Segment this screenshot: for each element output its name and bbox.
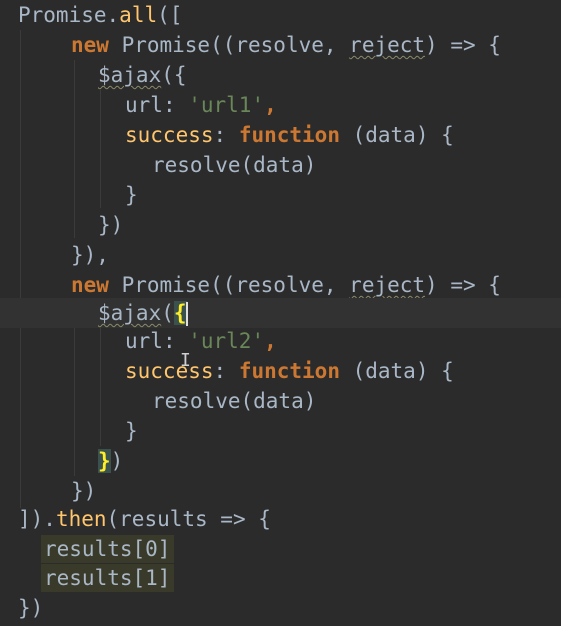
code-line[interactable]: resolve(data) bbox=[0, 386, 561, 416]
code-line[interactable]: }) bbox=[0, 446, 561, 476]
code-line-current[interactable]: $ajax({ bbox=[0, 298, 561, 328]
code-token: 'url1' bbox=[188, 93, 265, 117]
code-line[interactable]: new Promise((resolve, reject) => { bbox=[0, 30, 561, 60]
code-line[interactable]: Promise.all([ bbox=[0, 0, 561, 30]
highlighted-expression: results[0] bbox=[41, 535, 175, 563]
code-token: 'url2' bbox=[188, 329, 265, 353]
code-token: }), bbox=[71, 243, 109, 267]
code-token: ) => { bbox=[425, 33, 501, 57]
code-token: $ajax bbox=[98, 63, 162, 87]
code-token: ({ bbox=[161, 63, 187, 87]
code-token: url bbox=[125, 93, 163, 117]
code-editor[interactable]: Promise.all([ new Promise((resolve, reje… bbox=[0, 0, 561, 626]
code-token: ) bbox=[110, 449, 124, 473]
code-token: (data) { bbox=[339, 123, 454, 147]
code-line[interactable]: $ajax({ bbox=[0, 60, 561, 90]
code-token: (data) { bbox=[339, 359, 454, 383]
code-token: reject bbox=[349, 33, 426, 57]
code-token: } bbox=[125, 183, 138, 207]
code-token: Promise bbox=[121, 33, 211, 57]
code-token: , bbox=[264, 329, 277, 353]
code-token: ((resolve, bbox=[210, 273, 350, 297]
code-token: ( bbox=[161, 301, 174, 325]
code-line[interactable]: success: function (data) { bbox=[0, 120, 561, 150]
code-line[interactable]: }) bbox=[0, 593, 561, 623]
code-line[interactable]: resolve(data) bbox=[0, 150, 561, 180]
code-token: new bbox=[71, 33, 122, 57]
code-token: ([ bbox=[157, 3, 183, 27]
code-token: , bbox=[264, 93, 277, 117]
code-token: new bbox=[71, 273, 122, 297]
code-line[interactable]: new Promise((resolve, reject) => { bbox=[0, 270, 561, 300]
code-token: ((resolve, bbox=[210, 33, 350, 57]
highlighted-expression: results[1] bbox=[41, 564, 175, 592]
code-token: }) bbox=[18, 596, 44, 620]
code-token: Promise bbox=[18, 3, 107, 27]
code-token: (results => { bbox=[106, 507, 271, 531]
code-token: resolve(data) bbox=[152, 389, 317, 413]
code-token: } bbox=[125, 419, 138, 443]
code-token: : bbox=[162, 93, 189, 117]
code-token: then bbox=[55, 507, 107, 531]
code-line[interactable]: results[1] bbox=[0, 563, 561, 593]
code-token: success bbox=[125, 359, 214, 383]
code-token: reject bbox=[349, 273, 426, 297]
code-token: function bbox=[238, 359, 340, 383]
code-line[interactable]: url: 'url1', bbox=[0, 90, 561, 120]
code-token: : bbox=[213, 123, 239, 147]
code-token: . bbox=[106, 3, 120, 27]
code-line[interactable]: }) bbox=[0, 476, 561, 506]
code-token: function bbox=[238, 123, 340, 147]
code-token: resolve(data) bbox=[152, 153, 317, 177]
code-line[interactable]: } bbox=[0, 180, 561, 210]
code-line[interactable]: } bbox=[0, 416, 561, 446]
code-line[interactable]: success: function (data) { bbox=[0, 356, 561, 386]
code-line[interactable]: ]).then(results => { bbox=[0, 504, 561, 534]
code-line[interactable]: url: 'url2', bbox=[0, 326, 561, 356]
code-token: ) => { bbox=[425, 273, 501, 297]
code-token: success bbox=[125, 123, 214, 147]
code-token: url bbox=[125, 329, 163, 353]
text-caret bbox=[185, 302, 188, 326]
code-line[interactable]: }), bbox=[0, 240, 561, 270]
code-token: }) bbox=[98, 213, 124, 237]
code-token: }) bbox=[71, 479, 97, 503]
code-line[interactable]: }) bbox=[0, 210, 561, 240]
matched-brace: } bbox=[98, 449, 111, 473]
code-line[interactable]: results[0] bbox=[0, 534, 561, 564]
code-token: ]). bbox=[18, 507, 56, 531]
code-token: $ajax bbox=[98, 301, 162, 325]
code-token: all bbox=[119, 3, 158, 27]
code-token: : bbox=[213, 359, 239, 383]
code-token: Promise bbox=[121, 273, 211, 297]
